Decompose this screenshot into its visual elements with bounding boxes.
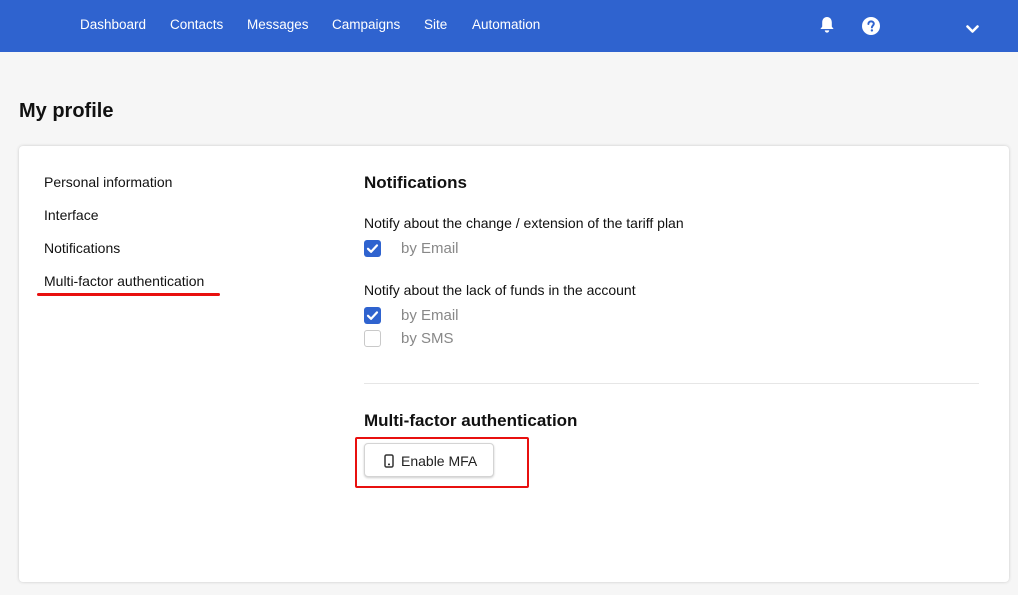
tariff-plan-email-checkbox[interactable]	[364, 240, 381, 257]
enable-mfa-label: Enable MFA	[401, 453, 478, 469]
nav-item-site[interactable]: Site	[424, 17, 447, 32]
sidebar-item-personal-information[interactable]: Personal information	[44, 174, 172, 190]
nav-item-contacts[interactable]: Contacts	[170, 17, 223, 32]
funds-notify-label: Notify about the lack of funds in the ac…	[364, 282, 636, 298]
phone-icon	[384, 454, 394, 473]
enable-mfa-button[interactable]: Enable MFA	[364, 443, 494, 477]
funds-sms-label: by SMS	[401, 330, 454, 347]
tariff-plan-notify-label: Notify about the change / extension of t…	[364, 215, 684, 231]
profile-card	[19, 146, 1009, 582]
notifications-title: Notifications	[364, 173, 467, 192]
funds-sms-checkbox[interactable]	[364, 330, 381, 347]
section-divider	[364, 383, 979, 384]
page-title: My profile	[19, 100, 114, 122]
funds-email-option[interactable]: by Email	[364, 307, 484, 325]
active-item-underline	[37, 293, 220, 296]
mfa-title: Multi-factor authentication	[364, 411, 578, 430]
sidebar-item-interface[interactable]: Interface	[44, 207, 98, 223]
nav-item-campaigns[interactable]: Campaigns	[332, 17, 400, 32]
help-icon[interactable]	[862, 17, 880, 40]
nav-item-messages[interactable]: Messages	[247, 17, 309, 32]
nav-item-dashboard[interactable]: Dashboard	[80, 17, 146, 32]
bell-icon[interactable]	[819, 16, 835, 39]
funds-email-checkbox[interactable]	[364, 307, 381, 324]
tariff-plan-email-label: by Email	[401, 240, 459, 257]
funds-sms-option[interactable]: by SMS	[364, 330, 484, 348]
chevron-down-icon[interactable]	[966, 21, 979, 39]
sidebar-item-notifications[interactable]: Notifications	[44, 240, 120, 256]
tariff-plan-email-option[interactable]: by Email	[364, 240, 484, 258]
nav-item-automation[interactable]: Automation	[472, 17, 540, 32]
top-navigation-bar: Dashboard Contacts Messages Campaigns Si…	[0, 0, 1018, 52]
sidebar-item-multi-factor-authentication[interactable]: Multi-factor authentication	[44, 273, 204, 289]
funds-email-label: by Email	[401, 307, 459, 324]
